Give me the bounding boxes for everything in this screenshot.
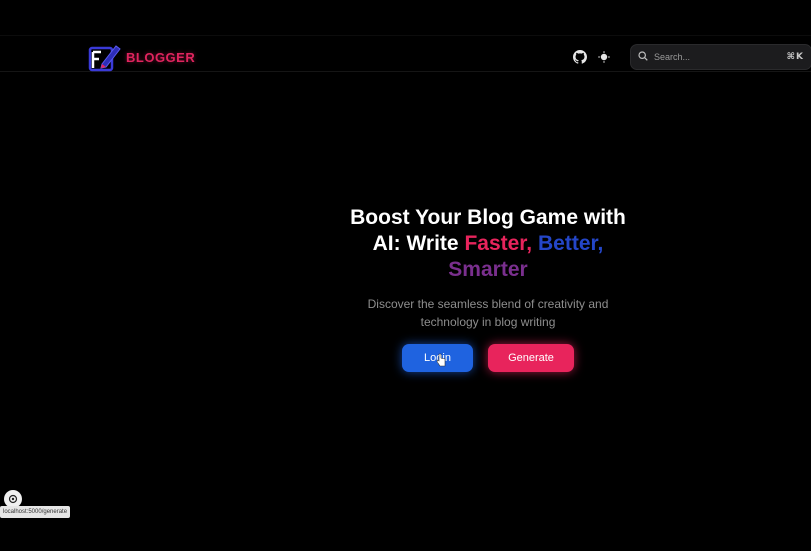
generate-button[interactable]: Generate [488, 344, 574, 372]
pen-square-logo-icon [88, 42, 122, 72]
navbar: BLOGGER ⌘K [0, 0, 811, 72]
search-box[interactable]: ⌘K [630, 44, 811, 70]
hero-actions: Login Generate [402, 344, 574, 372]
hand-cursor-icon [436, 353, 446, 367]
hero: Boost Your Blog Game with AI: Write Fast… [318, 205, 658, 331]
hero-title-line2-prefix: AI: Write [372, 232, 459, 255]
nav-actions: ⌘K [572, 44, 811, 70]
sun-icon[interactable] [596, 44, 612, 70]
word-better: Better, [538, 232, 604, 255]
word-smarter: Smarter [448, 258, 528, 281]
hero-subtitle: Discover the seamless blend of creativit… [367, 297, 609, 329]
hero-title: Boost Your Blog Game with AI: Write Fast… [318, 205, 658, 283]
brand-name: BLOGGER [126, 49, 196, 65]
status-bar-url: localhost:5000/generate [0, 506, 71, 518]
word-faster: Faster, [464, 232, 533, 255]
search-shortcut: ⌘K [786, 52, 804, 62]
hero-title-line1: Boost Your Blog Game with [350, 206, 626, 229]
search-input[interactable] [654, 52, 781, 62]
search-icon [638, 48, 648, 66]
logo[interactable]: BLOGGER [88, 42, 195, 72]
github-icon[interactable] [572, 44, 588, 70]
